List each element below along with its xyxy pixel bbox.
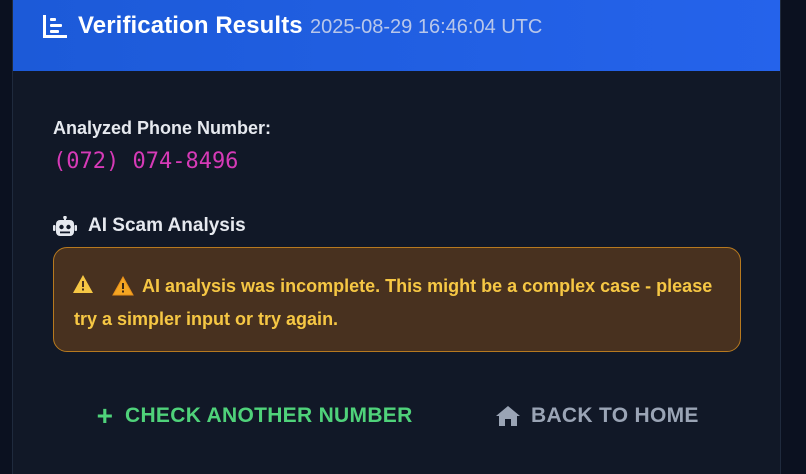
- back-to-home-button[interactable]: BACK TO HOME: [495, 398, 699, 434]
- warning-alert: AI analysis was incomplete. This might b…: [53, 247, 741, 352]
- warning-message: AI analysis was incomplete. This might b…: [74, 276, 713, 329]
- robot-icon: [53, 216, 77, 236]
- phone-label: Analyzed Phone Number:: [53, 118, 272, 138]
- results-header: Verification Results 2025-08-29 16:46:04…: [13, 0, 780, 71]
- phone-number-value: (072) 074-8496: [53, 149, 239, 174]
- result-timestamp: 2025-08-29 16:46:04 UTC: [310, 16, 543, 38]
- check-another-label: CHECK ANOTHER NUMBER: [125, 404, 413, 427]
- home-icon: [496, 406, 520, 426]
- results-card: Verification Results 2025-08-29 16:46:04…: [12, 0, 781, 474]
- check-another-number-button[interactable]: + CHECK ANOTHER NUMBER: [95, 398, 413, 434]
- chart-bar-icon: [43, 15, 67, 38]
- ai-analysis-title: AI Scam Analysis: [88, 215, 246, 236]
- page-title: Verification Results: [78, 12, 303, 39]
- back-to-home-label: BACK TO HOME: [531, 404, 699, 427]
- plus-icon: +: [96, 400, 114, 431]
